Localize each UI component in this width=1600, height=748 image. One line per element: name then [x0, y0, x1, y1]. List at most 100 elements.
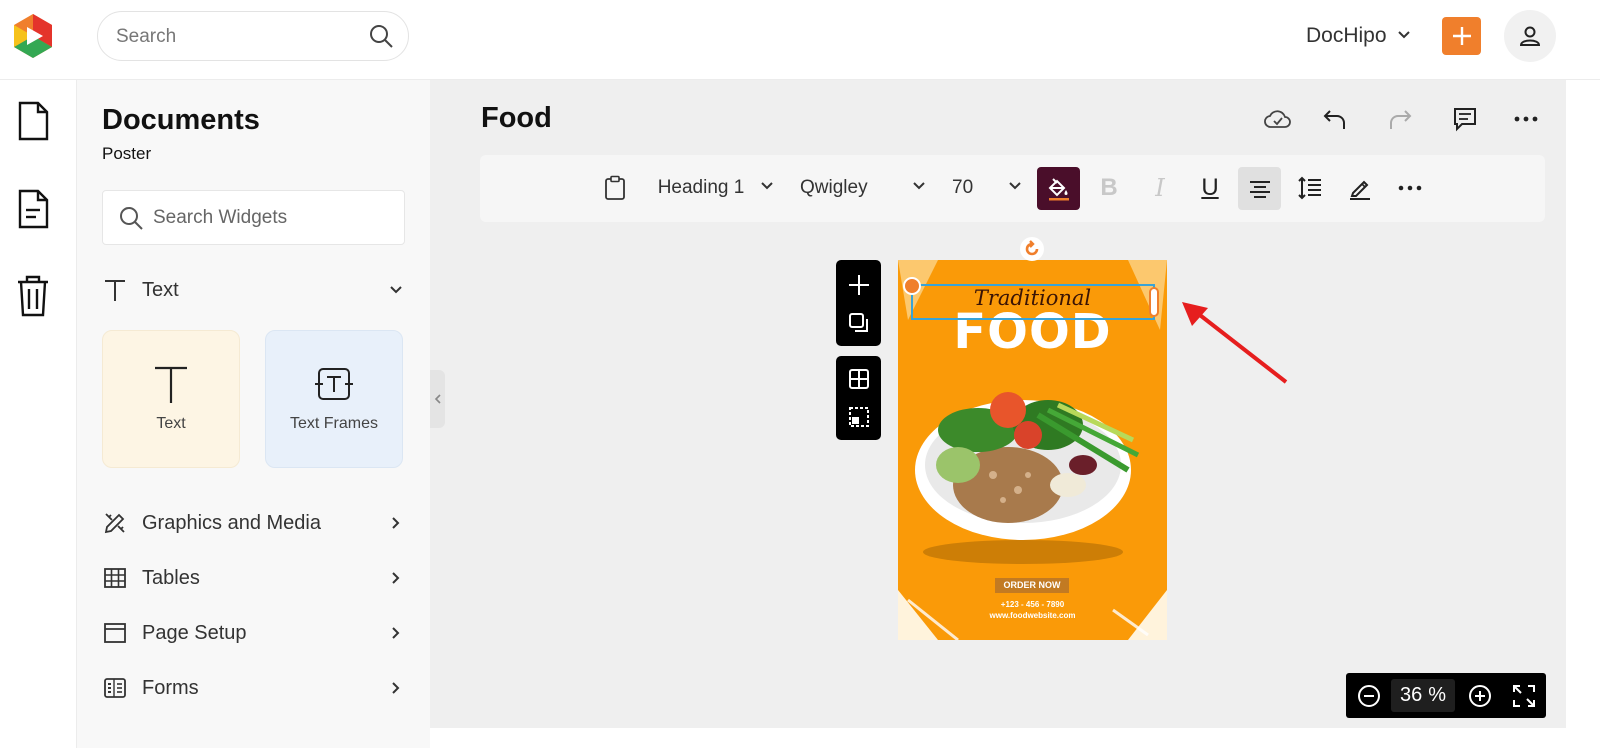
- text-section-header[interactable]: Text: [102, 273, 405, 307]
- line-spacing-button[interactable]: [1293, 165, 1327, 211]
- document-icon[interactable]: [16, 100, 50, 147]
- left-rail: [0, 80, 77, 748]
- text-style-dropdown[interactable]: Heading 1: [656, 165, 776, 211]
- duplicate-icon[interactable]: [846, 310, 871, 335]
- undo-icon[interactable]: [1320, 104, 1350, 134]
- font-size-dropdown[interactable]: 70: [952, 165, 1024, 211]
- add-element-icon[interactable]: [846, 272, 871, 297]
- tables-label: Tables: [142, 566, 200, 589]
- cloud-save-icon[interactable]: [1263, 104, 1293, 134]
- font-family-value: Qwigley: [800, 177, 868, 198]
- text-style-value: Heading 1: [657, 177, 745, 198]
- widget-search: [102, 190, 405, 245]
- rotate-icon: [1025, 240, 1039, 256]
- search-icon: [118, 205, 144, 236]
- selection-box[interactable]: [911, 284, 1155, 320]
- text-widget-card[interactable]: Text: [102, 330, 240, 468]
- top-bar: DocHipo: [0, 0, 1600, 80]
- global-search: [97, 11, 409, 61]
- search-icon[interactable]: [368, 23, 394, 54]
- editor-canvas-area: Food Heading 1 Qwigley 70 B I U Traditio…: [430, 80, 1566, 728]
- file-text-icon[interactable]: [16, 188, 50, 235]
- panel-title: Documents: [102, 104, 260, 136]
- element-arrange-actions: [836, 356, 881, 440]
- zoom-value-unit: %: [1428, 684, 1447, 706]
- user-profile-button[interactable]: [1504, 10, 1556, 62]
- page-setup-label: Page Setup: [142, 621, 247, 644]
- zoom-value[interactable]: 36 %: [1391, 679, 1455, 712]
- table-icon: [102, 565, 128, 591]
- annotation-arrow-icon: [1182, 302, 1288, 384]
- page-setup-section[interactable]: Page Setup: [102, 616, 405, 650]
- chevron-right-icon: [387, 624, 405, 642]
- chevron-left-icon: [434, 394, 441, 404]
- forms-section[interactable]: Forms: [102, 671, 405, 705]
- paint-bucket-icon: [1048, 177, 1069, 200]
- create-new-button[interactable]: [1442, 17, 1481, 55]
- bold-label: B: [1100, 174, 1118, 201]
- chevron-right-icon: [387, 679, 405, 697]
- grid-layout-icon[interactable]: [846, 366, 871, 391]
- text-icon: [102, 277, 128, 303]
- graphics-and-media-section[interactable]: Graphics and Media: [102, 506, 405, 540]
- font-size-value: 70: [952, 177, 974, 198]
- text-section-label: Text: [142, 278, 179, 301]
- document-title[interactable]: Food: [481, 102, 552, 135]
- text-frame-icon: [266, 365, 402, 403]
- zoom-value-number: 36: [1399, 684, 1423, 706]
- text-frames-widget-card[interactable]: Text Frames: [265, 330, 403, 468]
- form-icon: [102, 675, 128, 701]
- page-layout-icon: [102, 620, 128, 646]
- italic-label: I: [1155, 174, 1165, 202]
- select-area-icon[interactable]: [846, 404, 871, 429]
- underline-label: U: [1201, 174, 1219, 201]
- poster-order-button: ORDER NOW: [995, 578, 1069, 593]
- widget-search-input[interactable]: [153, 205, 393, 231]
- element-quick-actions: [836, 260, 881, 346]
- chevron-down-icon: [760, 179, 774, 198]
- poster-website: www.foodwebsite.com: [989, 611, 1076, 620]
- highlighter-icon: [1350, 180, 1370, 200]
- more-format-options-icon[interactable]: [1393, 165, 1427, 211]
- chevron-right-icon: [387, 569, 405, 587]
- forms-label: Forms: [142, 676, 199, 699]
- panel-subtitle: Poster: [102, 144, 152, 163]
- selection-handle-right[interactable]: [1149, 287, 1159, 317]
- clipboard-icon[interactable]: [598, 165, 632, 211]
- align-center-button[interactable]: [1238, 167, 1281, 210]
- rotate-handle[interactable]: [1020, 237, 1044, 261]
- text-widget-label: Text: [156, 415, 186, 432]
- text-color-button[interactable]: [1037, 167, 1080, 210]
- search-input[interactable]: [116, 24, 356, 50]
- tables-section[interactable]: Tables: [102, 561, 405, 595]
- text-format-toolbar: Heading 1 Qwigley 70 B I U: [480, 155, 1545, 222]
- underline-button[interactable]: U: [1193, 165, 1227, 211]
- fullscreen-icon[interactable]: [1511, 683, 1536, 708]
- chevron-down-icon: [1008, 179, 1022, 198]
- selection-handle-left[interactable]: [903, 277, 921, 295]
- comment-icon[interactable]: [1450, 104, 1480, 134]
- chevron-down-icon: [387, 281, 405, 299]
- dochipo-logo[interactable]: [10, 12, 56, 60]
- zoom-out-icon[interactable]: [1356, 683, 1381, 708]
- trash-icon[interactable]: [16, 274, 50, 323]
- widget-panel: Documents Poster Text Text Text Frames G…: [77, 80, 430, 748]
- collapse-panel-button[interactable]: [430, 370, 445, 428]
- chevron-down-icon: [912, 179, 926, 198]
- zoom-control: 36 %: [1346, 673, 1546, 718]
- italic-button[interactable]: I: [1145, 165, 1175, 211]
- account-name: DocHipo: [1306, 24, 1387, 47]
- zoom-in-icon[interactable]: [1467, 683, 1492, 708]
- account-menu[interactable]: DocHipo: [1306, 22, 1411, 50]
- text-frames-widget-label: Text Frames: [289, 415, 378, 432]
- font-family-dropdown[interactable]: Qwigley: [800, 165, 926, 211]
- highlight-button[interactable]: [1343, 165, 1377, 211]
- redo-icon[interactable]: [1385, 104, 1415, 134]
- bold-button[interactable]: B: [1094, 165, 1124, 211]
- plus-icon: [1452, 27, 1471, 45]
- graphics-and-media-label: Graphics and Media: [142, 511, 321, 534]
- user-icon: [1519, 26, 1541, 46]
- chevron-down-icon: [1397, 24, 1411, 48]
- more-options-icon[interactable]: [1511, 104, 1541, 134]
- pencil-ruler-icon: [102, 510, 128, 536]
